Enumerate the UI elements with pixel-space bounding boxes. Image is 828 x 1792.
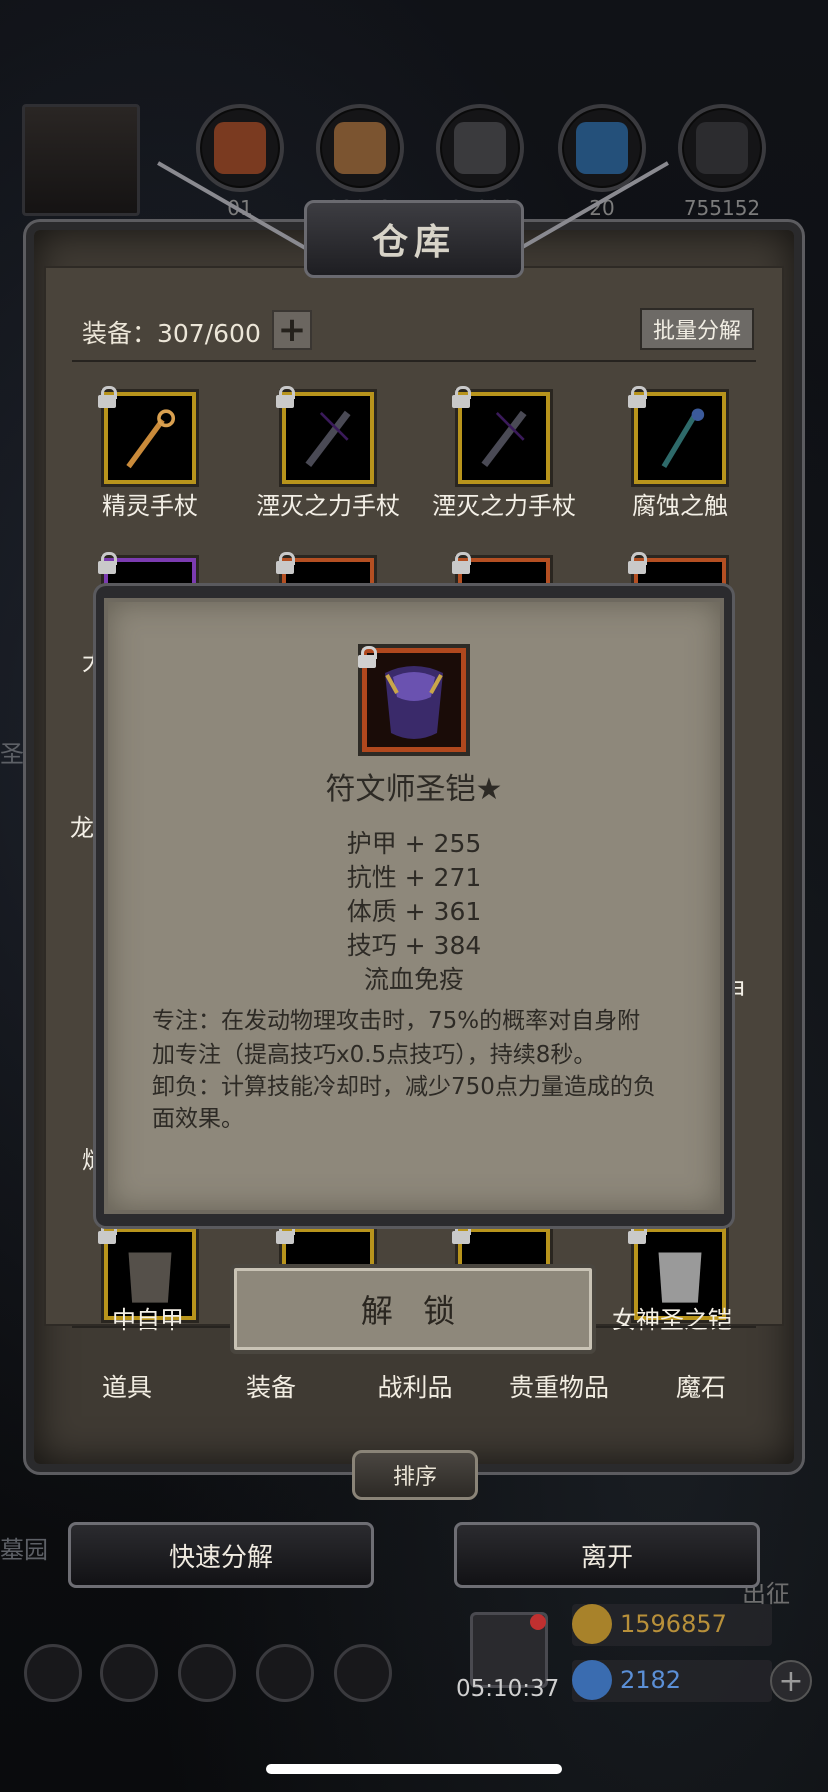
- warehouse-title: 仓库: [371, 222, 456, 263]
- achievement-icon[interactable]: [100, 1644, 158, 1702]
- lock-icon: [98, 552, 118, 574]
- mail-icon[interactable]: [256, 1644, 314, 1702]
- lock-icon: [358, 646, 378, 668]
- item-stat: 抗性 + 271: [346, 863, 482, 892]
- resource-icon: [196, 104, 284, 192]
- armor-icon: [128, 1252, 172, 1303]
- staff-icon: [126, 409, 176, 469]
- item-slot: [98, 386, 196, 484]
- item-detail-name: 符文师圣铠★: [325, 772, 503, 807]
- gold-amount: 1596857: [620, 1610, 727, 1638]
- warehouse-title-plate: 仓库: [304, 200, 524, 278]
- inventory-item[interactable]: 湮灭之力手杖: [416, 386, 592, 521]
- expand-capacity-button[interactable]: +: [272, 310, 312, 350]
- item-slot: [276, 386, 374, 484]
- item-slot: [628, 386, 726, 484]
- item-description-line: 卸负：计算技能冷却时，减少750点力量造成的负: [152, 1074, 656, 1100]
- armor-icon: [658, 1252, 702, 1303]
- item-name: 精灵手杖: [102, 492, 198, 520]
- resource-icon: [436, 104, 524, 192]
- resource-value: 755152: [683, 196, 761, 220]
- item-stat: 流血免疫: [363, 965, 464, 994]
- tab-equipment[interactable]: 装备: [206, 1368, 336, 1404]
- guild-icon[interactable]: [178, 1644, 236, 1702]
- armor-icon: [385, 666, 443, 739]
- gift-timer: 05:10:37: [456, 1676, 560, 1702]
- resource-icon: [316, 104, 404, 192]
- quick-decompose-button[interactable]: 快速分解: [68, 1522, 374, 1588]
- lock-icon: [276, 552, 296, 574]
- unlock-button[interactable]: 解 锁: [230, 1264, 596, 1354]
- player-avatar[interactable]: [22, 104, 140, 216]
- item-name: 腐蚀之触: [632, 492, 728, 520]
- item-name: 中自甲: [112, 1306, 184, 1334]
- tab-items[interactable]: 道具: [62, 1368, 192, 1404]
- item-name: 湮灭之力手杖: [256, 492, 400, 520]
- item-name: 湮灭之力手杖: [432, 492, 576, 520]
- lock-icon: [98, 386, 118, 408]
- item-description-line: 加专注（提高技巧x0.5点技巧），持续8秒。: [152, 1042, 597, 1068]
- equip-count: 装备：307/600: [82, 319, 261, 348]
- item-description-line: 专注：在发动物理攻击时，75%的概率对自身附: [152, 1008, 641, 1034]
- item-stat: 护甲 + 255: [346, 829, 482, 858]
- staff-icon: [481, 410, 527, 468]
- tab-loot[interactable]: 战利品: [350, 1368, 480, 1404]
- tab-valuables[interactable]: 贵重物品: [494, 1368, 624, 1404]
- leave-button[interactable]: 离开: [454, 1522, 760, 1588]
- inventory-item[interactable]: 湮灭之力手杖: [240, 386, 416, 521]
- gem-amount: 2182: [620, 1666, 682, 1694]
- batch-decompose-button[interactable]: 批量分解: [640, 308, 754, 350]
- item-stat: 体质 + 361: [346, 897, 482, 926]
- notification-dot: [530, 1614, 546, 1630]
- add-gems-button[interactable]: +: [770, 1660, 812, 1702]
- tab-magic-stones[interactable]: 魔石: [636, 1368, 766, 1404]
- lock-icon: [452, 386, 472, 408]
- side-label: 圣: [0, 740, 24, 768]
- staff-icon: [661, 408, 705, 469]
- item-name: 女神圣之铠: [612, 1306, 732, 1334]
- side-label: 墓园: [0, 1536, 48, 1564]
- gold-coin-icon: [572, 1604, 612, 1644]
- staff-icon: [305, 410, 351, 468]
- lock-icon: [628, 386, 648, 408]
- resource-icon: [558, 104, 646, 192]
- item-stat: 技巧 + 384: [346, 931, 482, 960]
- lock-icon: [628, 552, 648, 574]
- resource-icon: [678, 104, 766, 192]
- item-name: 龙: [70, 814, 94, 842]
- inventory-item[interactable]: 精灵手杖: [62, 386, 238, 521]
- settings-icon[interactable]: [24, 1644, 82, 1702]
- home-indicator[interactable]: [266, 1764, 562, 1774]
- divider: [72, 360, 756, 362]
- friends-icon[interactable]: [334, 1644, 392, 1702]
- inventory-item[interactable]: 腐蚀之触: [592, 386, 768, 521]
- item-slot: [452, 386, 550, 484]
- lock-icon: [452, 552, 472, 574]
- sort-button[interactable]: 排序: [352, 1450, 478, 1500]
- gem-icon: [572, 1660, 612, 1700]
- item-description-line: 面效果。: [152, 1106, 244, 1132]
- lock-icon: [276, 386, 296, 408]
